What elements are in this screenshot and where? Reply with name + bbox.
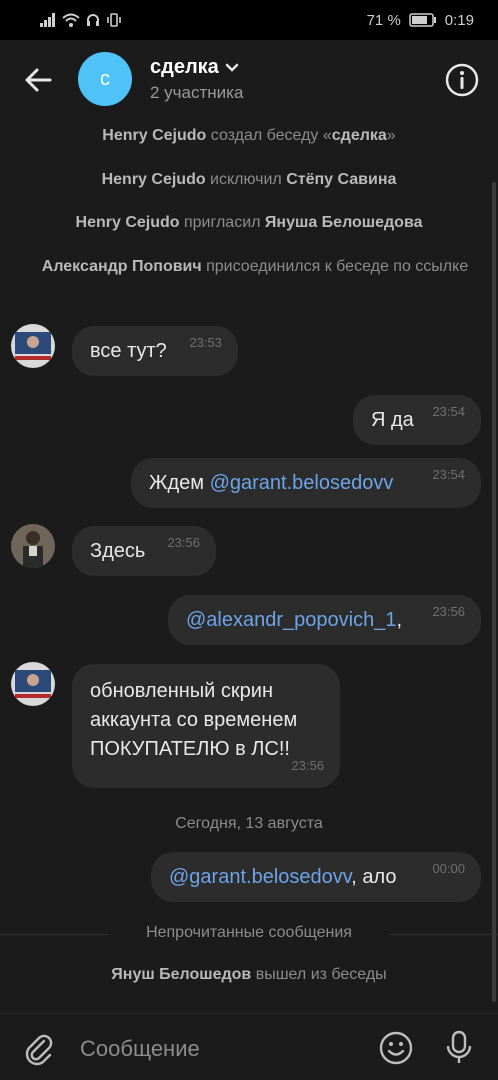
message-bubble[interactable]: @garant.belosedovv, ало 00:00 <box>151 852 481 902</box>
message-text: Здесь <box>90 540 146 562</box>
message-text: , ало <box>351 866 397 888</box>
service-text: исключил <box>205 171 287 188</box>
chat-members-count: 2 участника <box>150 83 244 102</box>
sender-avatar[interactable] <box>11 662 55 706</box>
message-text: , <box>396 609 403 631</box>
info-icon <box>445 63 479 97</box>
voice-button[interactable] <box>444 1030 474 1066</box>
scrollbar[interactable] <box>492 182 496 1002</box>
message-text: ПОКУПАТЕЛЮ в ЛС!! <box>90 738 290 760</box>
date-separator: Сегодня, 13 августа <box>175 815 323 832</box>
mention-link[interactable]: @garant.belosedovv <box>210 472 394 494</box>
battery-icon <box>409 13 437 27</box>
chevron-down-icon <box>225 63 239 72</box>
service-actor: Януш Белошедов <box>111 966 252 983</box>
service-text: создал беседу « <box>206 127 332 144</box>
message-time: 23:56 <box>432 604 465 619</box>
chat-avatar[interactable]: с <box>78 52 132 106</box>
service-actor: Александр Попович <box>41 258 202 275</box>
mention-link[interactable]: @garant.belosedovv <box>169 866 351 888</box>
sender-avatar[interactable] <box>11 524 55 568</box>
service-text: присоединился к беседе по ссылке <box>201 258 469 275</box>
message-text: аккаунта со временем <box>90 709 298 731</box>
headphones-icon <box>86 13 100 27</box>
message-bubble[interactable]: @alexandr_popovich_1, 23:56 <box>168 595 481 645</box>
service-message: Henry Cejudo создал беседу «сделка» <box>20 125 478 146</box>
message-time: 23:56 <box>291 758 324 773</box>
message-time: 23:54 <box>432 467 465 482</box>
message-text: все тут? <box>90 340 167 362</box>
message-bubble[interactable]: все тут? 23:53 <box>72 326 238 376</box>
message-text: Я да <box>371 409 414 431</box>
chat-title: сделка <box>150 56 219 78</box>
message-bubble[interactable]: Здесь 23:56 <box>72 526 216 576</box>
service-target: сделка <box>331 127 387 144</box>
signal-icon <box>40 13 56 27</box>
service-actor: Henry Cejudo <box>101 171 206 188</box>
service-text: пригласил <box>179 214 265 231</box>
service-message: Януш Белошедов вышел из беседы <box>20 964 478 985</box>
message-time: 23:56 <box>167 535 200 550</box>
message-bubble[interactable]: обновленный скрин аккаунта со временем П… <box>72 664 340 788</box>
battery-percent: 71 % <box>366 11 401 29</box>
info-button[interactable] <box>444 62 480 98</box>
service-text: вышел из беседы <box>251 966 387 983</box>
message-bubble[interactable]: Я да 23:54 <box>353 395 481 445</box>
smile-icon <box>379 1031 413 1065</box>
attach-button[interactable] <box>22 1032 56 1066</box>
wifi-icon <box>62 13 80 27</box>
sender-avatar[interactable] <box>11 324 55 368</box>
service-message: Henry Cejudo исключил Стёпу Савина <box>20 169 478 190</box>
chat-avatar-letter: с <box>100 67 110 90</box>
message-bubble[interactable]: Ждем @garant.belosedovv 23:54 <box>131 458 481 508</box>
message-time: 23:53 <box>189 335 222 350</box>
service-actor: Henry Cejudo <box>75 214 180 231</box>
microphone-icon <box>446 1030 472 1063</box>
back-button[interactable] <box>22 64 54 96</box>
status-bar: 71 % 0:19 <box>0 0 498 40</box>
chat-header: с сделка 2 участника <box>0 40 498 120</box>
message-composer <box>0 1013 498 1080</box>
service-target: Януша Белошедова <box>264 214 423 231</box>
message-time: 00:00 <box>432 861 465 876</box>
emoji-button[interactable] <box>378 1030 414 1066</box>
clock: 0:19 <box>444 11 474 29</box>
service-message: Александр Попович присоединился к беседе… <box>40 256 470 277</box>
vibrate-icon <box>106 13 122 27</box>
chat-title-area[interactable]: сделка 2 участника <box>150 56 243 103</box>
paperclip-icon <box>25 1034 53 1066</box>
message-text: обновленный скрин <box>90 680 273 702</box>
unread-label: Непрочитанные сообщения <box>146 924 352 941</box>
service-message: Henry Cejudo пригласил Януша Белошедова <box>20 212 478 233</box>
service-actor: Henry Cejudo <box>102 127 207 144</box>
message-input[interactable] <box>80 1032 360 1066</box>
mention-link[interactable]: @alexandr_popovich_1 <box>186 609 396 631</box>
unread-separator: Непрочитанные сообщения <box>0 922 498 946</box>
message-time: 23:54 <box>432 404 465 419</box>
message-text: Ждем <box>149 472 210 494</box>
service-tail: » <box>386 127 396 144</box>
arrow-left-icon <box>25 68 52 92</box>
service-target: Стёпу Савина <box>286 171 397 188</box>
